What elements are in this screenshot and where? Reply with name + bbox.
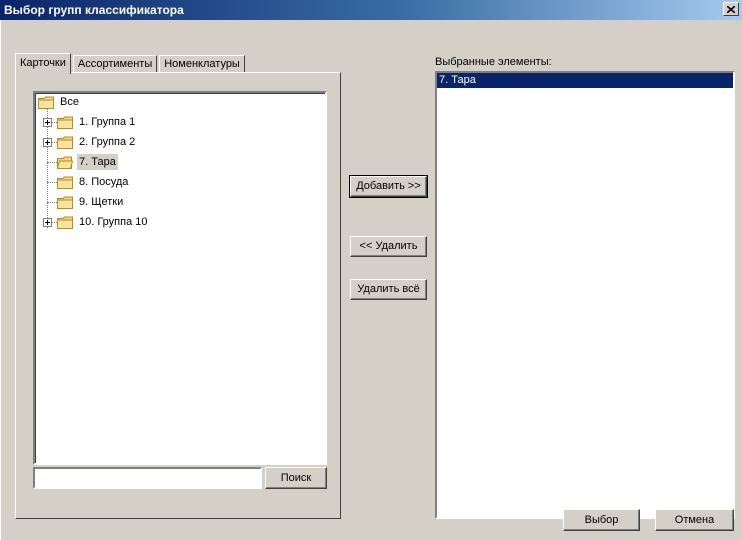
search-input[interactable]: [33, 467, 262, 489]
title-bar: Выбор групп классификатора: [0, 0, 742, 20]
tab-nomenclatures[interactable]: Номенклатуры: [159, 55, 245, 73]
tree-node-label: 7. Тара: [77, 154, 118, 170]
tree-node-label: 8. Посуда: [79, 176, 129, 188]
tree-node-selected[interactable]: 7. Тара: [57, 153, 118, 171]
tree-node-root[interactable]: Все: [38, 93, 81, 111]
folder-icon: [57, 196, 73, 209]
tree-node-label: 2. Группа 2: [79, 136, 136, 148]
open-folder-icon: [57, 156, 73, 169]
tree-connector: [47, 162, 57, 163]
folder-icon: [57, 136, 73, 149]
cancel-button[interactable]: Отмена: [655, 509, 734, 531]
add-button[interactable]: Добавить >>: [349, 175, 428, 198]
tree-node-label: 1. Группа 1: [79, 116, 136, 128]
selected-items-label: Выбранные элементы:: [435, 56, 552, 68]
tab-strip: Карточки Ассортименты Номенклатуры: [15, 53, 247, 74]
tree-node[interactable]: 9. Щетки: [57, 193, 125, 211]
tree-node[interactable]: 1. Группа 1: [57, 113, 137, 131]
tree-connector: [47, 182, 57, 183]
ok-button[interactable]: Выбор: [563, 509, 640, 531]
folder-icon: [57, 176, 73, 189]
tab-cards[interactable]: Карточки: [15, 53, 71, 74]
tab-panel: Все 1. Группа 1 2. Группа 2 7. Тара 8. П…: [15, 72, 341, 519]
tab-assortments[interactable]: Ассортименты: [72, 55, 158, 73]
expand-toggle[interactable]: [43, 118, 52, 127]
expand-toggle[interactable]: [43, 138, 52, 147]
tree-node-label: 9. Щетки: [79, 196, 124, 208]
window-title: Выбор групп классификатора: [4, 3, 184, 17]
folder-icon: [57, 116, 73, 129]
selected-items-list[interactable]: 7. Тара: [435, 71, 735, 519]
tree-node-label: Все: [60, 96, 79, 108]
folder-icon: [57, 216, 73, 229]
remove-all-button[interactable]: Удалить всё: [350, 279, 427, 300]
tree-node[interactable]: 2. Группа 2: [57, 133, 137, 151]
tree-node-label: 10. Группа 10: [79, 216, 148, 228]
dialog-body: Карточки Ассортименты Номенклатуры Все 1…: [0, 20, 742, 540]
tree-connector: [47, 202, 57, 203]
tree-node[interactable]: 10. Группа 10: [57, 213, 150, 231]
close-icon: [727, 5, 735, 13]
folder-icon: [38, 96, 54, 109]
list-item[interactable]: 7. Тара: [437, 73, 733, 88]
tree-node[interactable]: 8. Посуда: [57, 173, 130, 191]
close-button[interactable]: [723, 2, 739, 16]
classifier-tree[interactable]: Все 1. Группа 1 2. Группа 2 7. Тара 8. П…: [33, 91, 327, 465]
expand-toggle[interactable]: [43, 218, 52, 227]
search-button[interactable]: Поиск: [265, 467, 327, 489]
remove-button[interactable]: << Удалить: [350, 236, 427, 257]
